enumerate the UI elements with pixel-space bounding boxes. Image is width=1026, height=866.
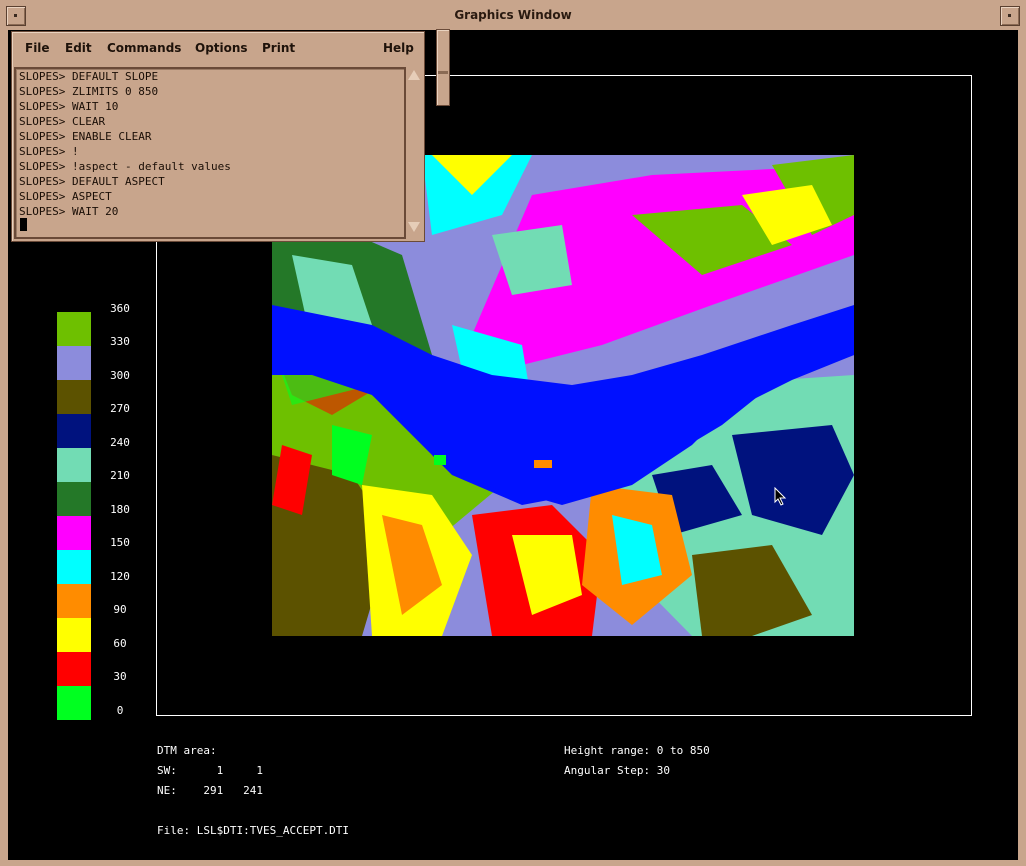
legend-color-block [57, 380, 91, 414]
file-path: File: LSL$DTI:TVES_ACCEPT.DTI [157, 824, 350, 837]
menu-help[interactable]: Help [383, 41, 414, 55]
legend-color-block [57, 312, 91, 346]
legend-label: 240 [110, 436, 130, 449]
legend-color-block [57, 550, 91, 584]
legend-color-block [57, 346, 91, 380]
legend-label: 90 [113, 603, 127, 616]
scroll-down-arrow-icon[interactable] [408, 222, 420, 232]
legend-label: 120 [110, 570, 130, 583]
scroll-up-arrow-icon[interactable] [408, 70, 420, 80]
menu-edit[interactable]: Edit [65, 41, 92, 55]
legend-color-block [57, 618, 91, 652]
legend-label: 150 [110, 536, 130, 549]
angular-step: Angular Step: 30 [564, 764, 670, 777]
legend-label: 360 [110, 302, 130, 315]
legend-color-block [57, 482, 91, 516]
legend-label: 300 [110, 369, 130, 382]
log-line: SLOPES> !aspect - default values [19, 160, 231, 173]
ne-coords: NE: 291 241 [157, 784, 263, 797]
log-line: SLOPES> WAIT 10 [19, 100, 119, 113]
dtm-area-label: DTM area: [157, 744, 217, 757]
legend-label: 0 [116, 704, 124, 717]
legend-label: 330 [110, 335, 130, 348]
log-line: SLOPES> WAIT 20 [19, 205, 119, 218]
legend-color-block [57, 686, 91, 720]
log-line: SLOPES> DEFAULT SLOPE [19, 70, 159, 83]
legend-label: 270 [110, 402, 130, 415]
command-log[interactable]: SLOPES> DEFAULT SLOPE SLOPES> ZLIMITS 0 … [14, 67, 406, 239]
maximize-icon[interactable] [1000, 6, 1020, 26]
window-title: Graphics Window [454, 8, 572, 22]
log-line: SLOPES> CLEAR [19, 115, 106, 128]
mouse-pointer-icon [774, 487, 787, 506]
sw-coords: SW: 1 1 [157, 764, 263, 777]
log-line: SLOPES> ASPECT [19, 190, 112, 203]
legend-color-block [57, 652, 91, 686]
legend-label: 60 [113, 637, 127, 650]
log-line: SLOPES> ! [19, 145, 79, 158]
menu-options[interactable]: Options [195, 41, 248, 55]
log-line: SLOPES> ENABLE CLEAR [19, 130, 152, 143]
legend-color-block [57, 584, 91, 618]
menu-bar: File Edit Commands Options Print Help [12, 32, 424, 62]
legend-color-block [57, 414, 91, 448]
log-line: SLOPES> ZLIMITS 0 850 [19, 85, 159, 98]
legend-color-block [57, 516, 91, 550]
legend-label: 180 [110, 503, 130, 516]
legend-label: 30 [113, 670, 127, 683]
log-scrollbar[interactable] [405, 67, 422, 235]
legend-color-block [57, 448, 91, 482]
menu-file[interactable]: File [25, 41, 50, 55]
command-window: File Edit Commands Options Print Help SL… [11, 31, 425, 242]
window-titlebar[interactable]: Graphics Window [0, 0, 1026, 30]
menu-print[interactable]: Print [262, 41, 295, 55]
legend-label: 210 [110, 469, 130, 482]
log-line: SLOPES> DEFAULT ASPECT [19, 175, 165, 188]
text-cursor[interactable] [20, 218, 27, 231]
grip-icon [438, 71, 448, 74]
window-resize-handle[interactable] [436, 29, 450, 106]
height-range: Height range: 0 to 850 [564, 744, 710, 757]
menu-commands[interactable]: Commands [107, 41, 181, 55]
